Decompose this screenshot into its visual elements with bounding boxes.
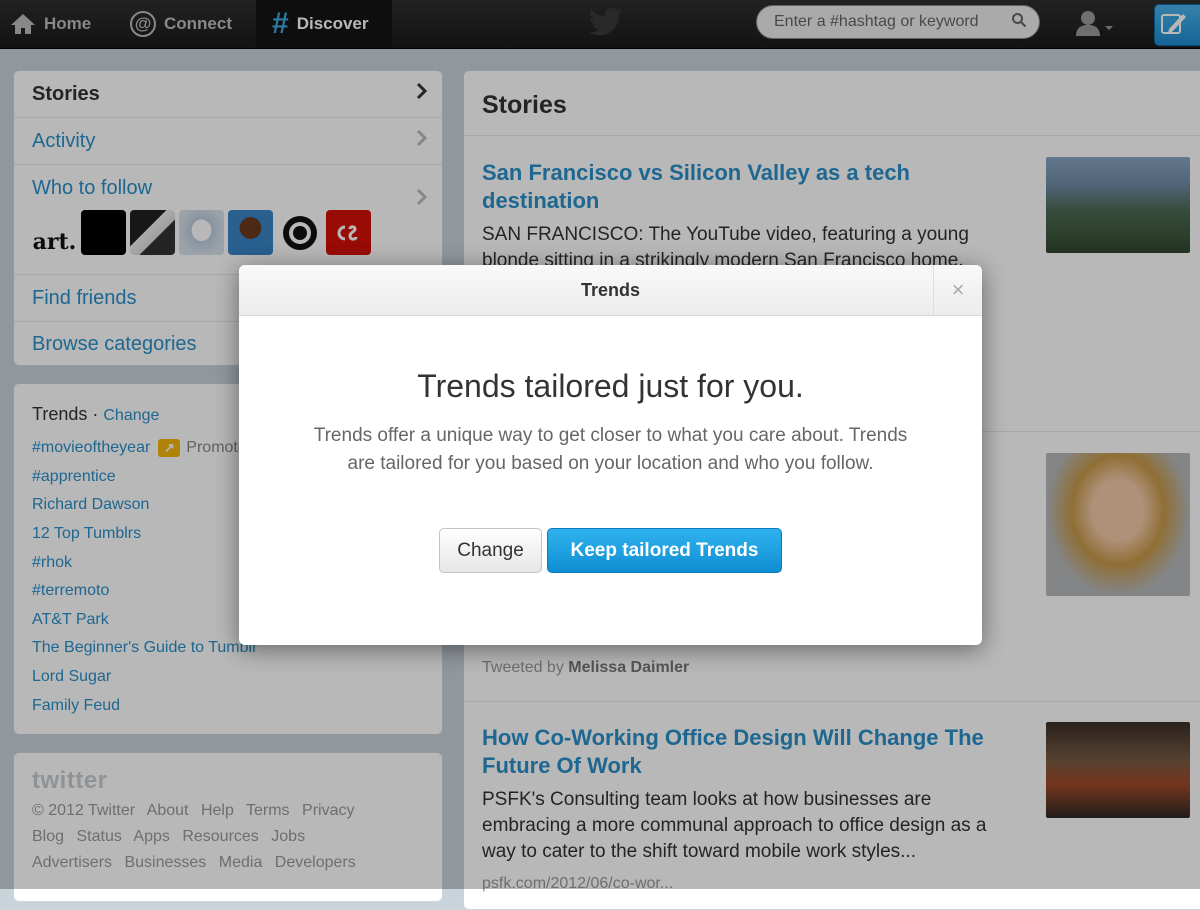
dialog-title: Trends bbox=[580, 279, 641, 300]
close-icon[interactable]: × bbox=[933, 265, 982, 315]
change-button[interactable]: Change bbox=[439, 528, 542, 573]
dialog-description: Trends offer a unique way to get closer … bbox=[313, 425, 908, 474]
keep-tailored-trends-button[interactable]: Keep tailored Trends bbox=[547, 528, 782, 573]
dialog-header: Trends bbox=[239, 265, 982, 316]
trends-dialog: Trends × Trends tailored just for you. T… bbox=[239, 265, 982, 645]
dialog-heading: Trends tailored just for you. bbox=[417, 368, 804, 404]
